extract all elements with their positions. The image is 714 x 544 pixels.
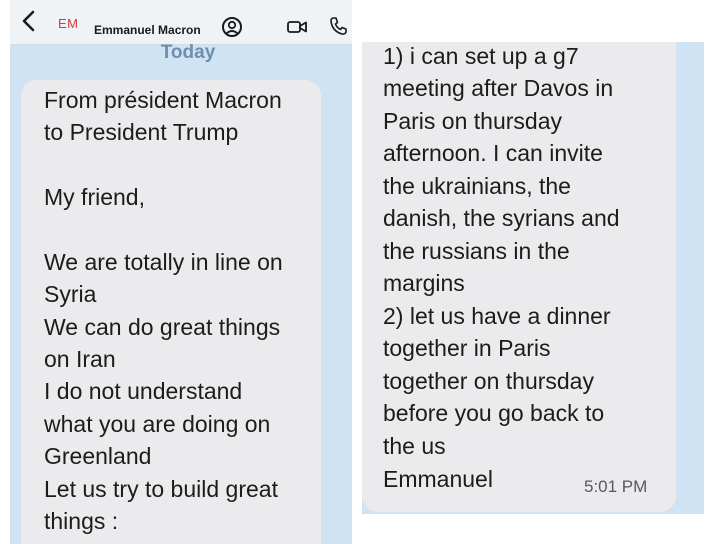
- profile-icon[interactable]: [221, 16, 243, 38]
- message-line: Paris on thursday: [383, 108, 562, 134]
- message-line: the us: [383, 433, 446, 459]
- message-line: danish, the syrians and: [383, 205, 620, 231]
- video-camera-icon[interactable]: [286, 18, 308, 36]
- message-line: together on thursday: [383, 368, 594, 394]
- message-line: before you go back to: [383, 400, 605, 426]
- conversation-screenshot-left: EM Emmanuel Macron Today From président …: [10, 0, 352, 544]
- message-line: meeting after Davos in: [383, 75, 614, 101]
- message-line: together in Paris: [383, 335, 551, 361]
- contact-avatar[interactable]: EM: [58, 16, 79, 31]
- message-line: on Iran: [44, 346, 116, 372]
- back-chevron-icon[interactable]: [18, 8, 40, 34]
- message-line: the russians in the: [383, 238, 570, 264]
- message-line: Greenland: [44, 443, 152, 469]
- message-line: Emmanuel: [383, 466, 493, 492]
- message-line: afternoon. I can invite: [383, 140, 603, 166]
- message-line: things :: [44, 508, 119, 534]
- conversation-header: EM Emmanuel Macron: [10, 0, 352, 45]
- message-line: margins: [383, 270, 465, 296]
- message-line: to President Trump: [44, 119, 239, 145]
- date-separator: Today: [160, 42, 216, 63]
- message-timestamp: 5:01 PM: [584, 477, 648, 496]
- message-line: We are totally in line on: [44, 249, 283, 275]
- phone-icon[interactable]: [329, 16, 347, 36]
- message-line: the ukrainians, the: [383, 173, 571, 199]
- message-line: We can do great things: [44, 314, 281, 340]
- message-line: what you are doing on: [44, 411, 271, 437]
- contact-name[interactable]: Emmanuel Macron: [94, 23, 201, 37]
- message-line: 1) i can set up a g7: [383, 43, 579, 69]
- conversation-screenshot-right: 1) i can set up a g7 meeting after Davos…: [362, 42, 704, 514]
- message-line: Syria: [44, 281, 97, 307]
- message-line: My friend,: [44, 184, 145, 210]
- message-bubble-continued: 1) i can set up a g7 meeting after Davos…: [362, 42, 676, 512]
- message-bubble: From président Macron to President Trump…: [21, 80, 321, 544]
- message-line: I do not understand: [44, 378, 243, 404]
- message-line: 2) let us have a dinner: [383, 303, 611, 329]
- message-line: From président Macron: [44, 87, 282, 113]
- message-line: Let us try to build great: [44, 476, 278, 502]
